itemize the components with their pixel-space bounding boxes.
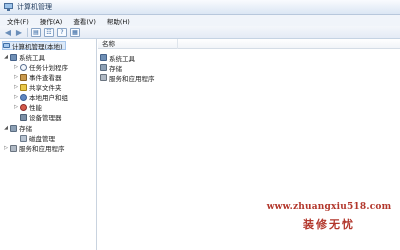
expand-icon[interactable]: ▷ [13,94,19,100]
column-header-name[interactable]: 名称 [98,38,178,49]
watermark-url: www.zhuangxiu518.com [266,202,392,212]
tree-item-label: 任务计划程序 [29,64,68,72]
navigation-tree: 计算机管理(本地) ◢ 系统工具 ▷ 任务计划程序 ▷ 事件查看器 ▷ 共享文件… [0,39,97,250]
list-item-label: 服务和应用程序 [109,74,155,83]
menu-bar: 文件(F) 操作(A) 查看(V) 帮助(H) [0,15,400,26]
tree-item-label: 设备管理器 [29,114,62,122]
tree-item-services-apps[interactable]: ▷ 服务和应用程序 [3,144,65,153]
storage-icon [10,124,17,132]
window-title: 计算机管理 [17,3,52,11]
tree-item-label: 计算机管理(本地) [12,42,63,51]
tree-item-label: 系统工具 [19,54,45,62]
menu-view[interactable]: 查看(V) [69,16,100,26]
help-icon[interactable]: ? [57,27,67,37]
performance-icon [20,103,27,111]
tree-item-performance[interactable]: ▷ 性能 [13,103,42,112]
menu-help[interactable]: 帮助(H) [103,16,134,26]
tree-item-storage[interactable]: ◢ 存储 [3,124,32,133]
tools-icon [10,53,17,61]
list-item[interactable]: 服务和应用程序 [100,73,155,83]
tree-item-computer-management[interactable]: 计算机管理(本地) [2,41,66,51]
device-manager-icon [20,113,27,121]
list-item-label: 系统工具 [109,54,135,63]
list-header: 名称 [98,38,400,49]
expand-icon[interactable]: ▷ [13,74,19,80]
collapse-icon[interactable]: ◢ [3,54,9,60]
view-icon[interactable]: ▦ [70,27,80,37]
title-bar: 计算机管理 [0,0,400,15]
tree-item-disk-management[interactable]: 磁盘管理 [13,134,55,143]
collapse-icon[interactable]: ◢ [3,125,9,131]
tree-item-event-viewer[interactable]: ▷ 事件查看器 [13,73,62,82]
watermark: www.zhuangxiu518.com 装修无忧 [264,202,394,232]
clock-icon [20,63,27,71]
tree-item-system-tools[interactable]: ◢ 系统工具 [3,53,45,62]
tree-item-shared-folders[interactable]: ▷ 共享文件夹 [13,83,62,92]
menu-file[interactable]: 文件(F) [3,16,33,26]
list-item[interactable]: 存储 [100,63,122,73]
event-viewer-icon [20,73,27,81]
menu-action[interactable]: 操作(A) [36,16,67,26]
users-icon [20,93,27,101]
tree-item-local-users[interactable]: ▷ 本地用户和组 [13,93,68,102]
toolbar: ◀ ▶ ▤ ☷ ? ▦ [0,26,400,39]
tree-item-label: 本地用户和组 [29,94,68,102]
expand-icon[interactable]: ▷ [13,84,19,90]
expand-icon[interactable]: ▷ [3,145,9,151]
expand-icon[interactable]: ▷ [13,104,19,110]
expand-icon[interactable]: ▷ [13,64,19,70]
tree-item-label: 存储 [19,125,32,133]
tree-item-label: 共享文件夹 [29,84,62,92]
properties-icon[interactable]: ☷ [44,27,54,37]
tree-item-task-scheduler[interactable]: ▷ 任务计划程序 [13,63,68,72]
show-hide-tree-icon[interactable]: ▤ [31,27,41,37]
tree-item-device-manager[interactable]: 设备管理器 [13,113,62,122]
toolbar-divider [27,27,28,37]
watermark-name: 装修无忧 [303,218,355,231]
tree-item-label: 磁盘管理 [29,135,55,143]
tools-icon [100,54,107,61]
tree-item-label: 事件查看器 [29,74,62,82]
computer-icon [3,43,10,48]
shared-folder-icon [20,83,27,91]
disk-icon [20,134,27,142]
storage-icon [100,64,107,71]
computer-management-icon [4,3,13,11]
tree-item-label: 性能 [29,104,42,112]
back-arrow-icon[interactable]: ◀ [4,28,12,37]
services-icon [100,74,107,81]
services-icon [10,144,17,152]
list-item-label: 存储 [109,64,122,73]
forward-arrow-icon[interactable]: ▶ [15,28,23,37]
list-item[interactable]: 系统工具 [100,53,135,63]
tree-item-label: 服务和应用程序 [19,145,65,153]
